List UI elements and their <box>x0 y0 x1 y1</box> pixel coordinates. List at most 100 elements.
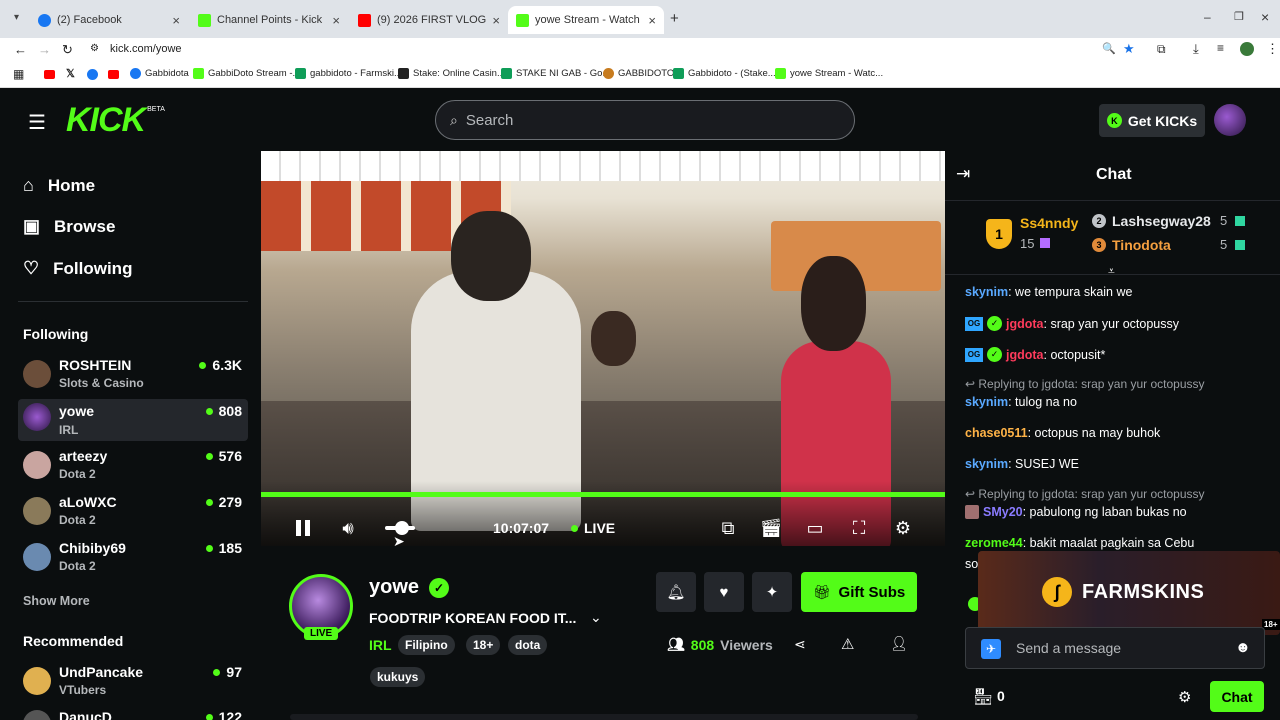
sidebar-channel[interactable]: aLoWXC Dota 2 279 <box>18 493 248 537</box>
notification-bell-button[interactable]: 🔔︎ <box>656 572 696 612</box>
bookmark-item[interactable]: STAKE NI GAB - Go... <box>501 68 610 79</box>
bookmark-item[interactable]: Stake: Online Casin... <box>398 68 505 79</box>
reload-icon[interactable]: ↻ <box>62 42 73 58</box>
user-avatar[interactable] <box>1214 104 1246 136</box>
chat-username[interactable]: skynim <box>965 395 1008 409</box>
collapse-chat-icon[interactable]: ⇥ <box>956 164 970 184</box>
site-info-icon[interactable]: ⚙ <box>90 43 99 54</box>
channel-name-heading[interactable]: yowe <box>369 576 419 599</box>
browser-tab[interactable]: (2) Facebook × <box>30 6 188 34</box>
sidebar-channel[interactable]: arteezy Dota 2 576 <box>18 447 248 491</box>
get-kicks-button[interactable]: K Get KICKs <box>1099 104 1205 137</box>
stream-category-link[interactable]: IRL <box>369 637 392 653</box>
volume-icon[interactable]: 🔊︎ <box>337 517 359 539</box>
extensions-icon[interactable]: ⧉ <box>1157 42 1166 57</box>
leaderboard-name[interactable]: Tinodota <box>1112 237 1171 253</box>
report-warning-icon[interactable]: ⚠ <box>841 635 854 653</box>
chat-username[interactable]: SMy20 <box>983 505 1023 519</box>
chat-username[interactable]: chase0511 <box>965 426 1028 440</box>
tab-list-chevron-icon[interactable]: ▾ <box>14 12 19 23</box>
stream-tag[interactable]: 18+ <box>466 635 501 655</box>
farmskins-ad-banner[interactable]: ʃ FARMSKINS 18+ <box>978 551 1280 635</box>
x-bookmark-icon[interactable]: 𝕏 <box>66 67 75 80</box>
video-progress-track[interactable] <box>261 492 945 497</box>
apps-grid-icon[interactable]: ▦ <box>13 67 24 81</box>
chat-username[interactable]: skynim <box>965 285 1008 299</box>
browser-menu-icon[interactable]: ⋮ <box>1266 41 1279 57</box>
sidebar-channel[interactable]: Chibiby69 Dota 2 185 <box>18 539 248 583</box>
share-icon[interactable]: ⋖ <box>794 636 806 653</box>
chat-input-box[interactable]: ✈ Send a message ☻ <box>965 627 1265 669</box>
sparkle-button[interactable]: ✦ <box>752 572 792 612</box>
search-bar[interactable]: ⌕ Search <box>435 100 855 140</box>
browser-tab-active[interactable]: yowe Stream - Watch Live on Kick × <box>508 6 664 34</box>
minimize-icon[interactable]: – <box>1204 10 1211 24</box>
clip-icon[interactable]: 🎬︎ <box>760 517 783 539</box>
settings-gear-icon[interactable]: ⚙ <box>892 517 914 539</box>
video-player[interactable] <box>261 151 945 546</box>
leaderboard-name[interactable]: Lashsegway28 <box>1112 213 1211 229</box>
chat-message-input[interactable]: Send a message <box>1016 640 1121 656</box>
miniplayer-icon[interactable]: ⧉ <box>717 517 739 539</box>
youtube-bookmark-icon[interactable] <box>108 70 119 79</box>
stream-tag[interactable]: dota <box>508 635 548 655</box>
bookmark-item[interactable]: gabbidoto - Farmski... <box>295 68 402 79</box>
leaderboard-name[interactable]: Ss4nndy <box>1020 215 1078 231</box>
channel-points-icon[interactable]: 🏪︎ <box>973 687 993 707</box>
bookmark-item[interactable]: GabbiDoto Stream -... <box>193 68 300 79</box>
follow-heart-button[interactable]: ♥ <box>704 572 744 612</box>
chat-reply-context[interactable]: ↩ Replying to jgdota: srap yan yur octop… <box>965 487 1205 501</box>
maximize-icon[interactable]: ❐ <box>1234 10 1244 23</box>
close-tab-icon[interactable]: × <box>332 13 340 28</box>
close-tab-icon[interactable]: × <box>648 13 656 28</box>
close-tab-icon[interactable]: × <box>492 13 500 28</box>
volume-slider[interactable] <box>385 521 415 535</box>
bookmark-item[interactable]: Gabbidoto - (Stake... <box>673 68 776 79</box>
youtube-bookmark-icon[interactable] <box>44 70 55 79</box>
sidebar-channel[interactable]: DanucD 122 <box>18 706 248 720</box>
facebook-bookmark-icon[interactable] <box>87 69 98 80</box>
fullscreen-icon[interactable]: ⛶ <box>848 517 870 539</box>
sidebar-nav-browse[interactable]: ▣ Browse <box>23 216 115 237</box>
expand-leaderboard-icon[interactable]: ⩡ <box>1108 264 1115 279</box>
sidebar-channel[interactable]: UndPancake VTubers 97 <box>18 663 248 707</box>
show-more-link[interactable]: Show More <box>23 594 90 608</box>
download-icon[interactable]: ⤓ <box>1193 41 1199 57</box>
sidebar-nav-home[interactable]: ⌂ Home <box>23 175 95 196</box>
back-icon[interactable]: ← <box>14 42 27 57</box>
browser-tab[interactable]: Channel Points - Kick Dashboard × <box>190 6 348 34</box>
chat-settings-gear-icon[interactable]: ⚙ <box>1178 688 1191 706</box>
media-icon[interactable]: ≡ <box>1217 41 1224 55</box>
new-tab-icon[interactable]: + <box>670 10 679 27</box>
close-window-icon[interactable]: × <box>1261 9 1269 25</box>
host-user-icon[interactable]: 👤︎ <box>890 635 908 652</box>
gift-subs-button[interactable]: 🎁︎ Gift Subs <box>801 572 917 612</box>
chat-username[interactable]: jgdota <box>1006 317 1044 331</box>
stream-tag[interactable]: Filipino <box>398 635 455 655</box>
chat-username[interactable]: skynim <box>965 457 1008 471</box>
emoji-picker-icon[interactable]: ☻ <box>1235 639 1251 656</box>
sidebar-channel-active[interactable]: yowe IRL 808 <box>18 399 248 441</box>
stream-tag[interactable]: kukuys <box>370 667 426 687</box>
expand-title-chevron-icon[interactable]: ⌄ <box>590 609 602 626</box>
send-chat-button[interactable]: Chat <box>1210 681 1264 712</box>
bookmark-item[interactable]: GABBIDOTO <box>603 68 674 79</box>
pause-icon[interactable] <box>292 517 314 539</box>
profile-avatar-icon[interactable] <box>1240 42 1254 56</box>
close-tab-icon[interactable]: × <box>172 13 180 28</box>
theater-mode-icon[interactable]: ▭ <box>804 517 826 539</box>
browser-tab[interactable]: (9) 2026 FIRST VLOG | ZEINAB × <box>350 6 508 34</box>
search-input[interactable]: Search <box>466 112 514 129</box>
chat-username[interactable]: zerome44 <box>965 536 1023 550</box>
zoom-icon[interactable]: 🔍 <box>1102 42 1116 55</box>
bookmark-item[interactable]: Gabbidota <box>130 68 189 79</box>
bookmark-star-icon[interactable]: ★ <box>1123 41 1135 57</box>
chat-username[interactable]: jgdota <box>1006 348 1044 362</box>
sidebar-nav-following[interactable]: ♡ Following <box>23 258 132 279</box>
kick-logo[interactable]: KICK BETA <box>66 102 165 138</box>
kicks-emote-icon[interactable]: ✈ <box>981 639 1001 659</box>
url-text[interactable]: kick.com/yowe <box>110 43 182 55</box>
chat-reply-context[interactable]: ↩ Replying to jgdota: srap yan yur octop… <box>965 377 1205 391</box>
sidebar-channel[interactable]: ROSHTEIN Slots & Casino 6.3K <box>18 356 248 400</box>
hamburger-menu-icon[interactable]: ☰ <box>28 110 46 135</box>
